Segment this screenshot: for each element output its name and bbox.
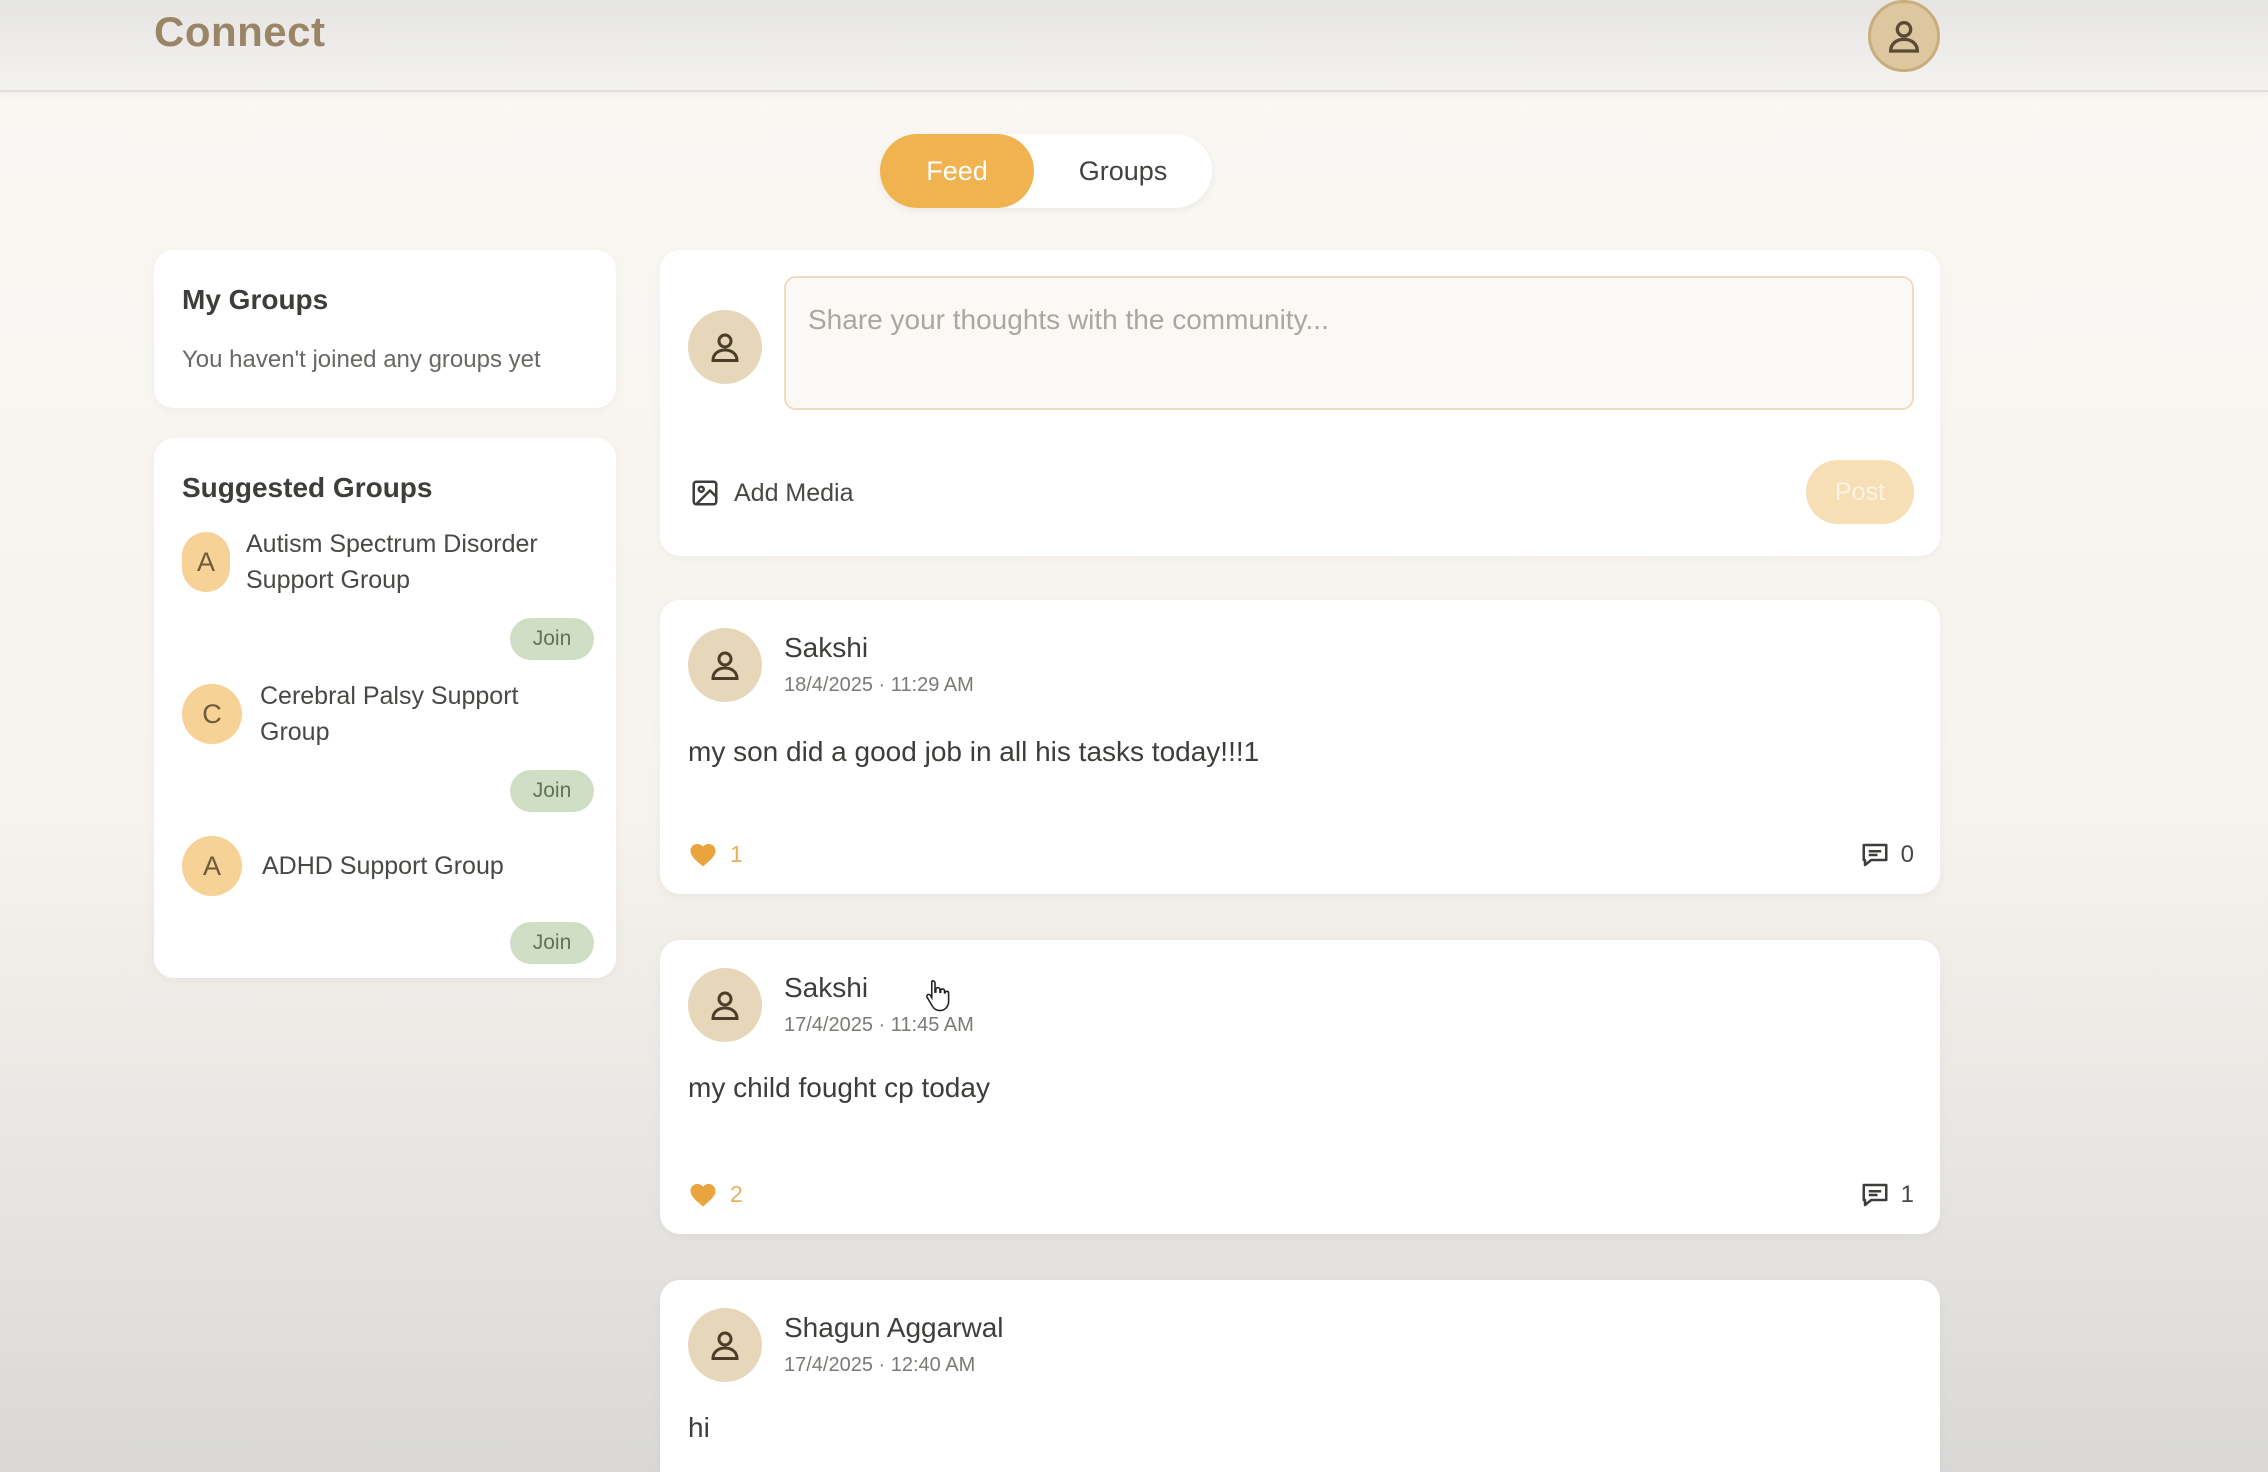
my-groups-title: My Groups xyxy=(182,284,329,315)
top-bar: Connect xyxy=(0,0,2268,92)
suggested-group-item: C Cerebral Palsy Support Group Join xyxy=(182,682,594,834)
tab-feed[interactable]: Feed xyxy=(880,134,1034,208)
like-button[interactable]: 2 xyxy=(688,1180,743,1208)
post-body: my son did a good job in all his tasks t… xyxy=(688,736,1260,767)
suggested-groups-title: Suggested Groups xyxy=(182,472,433,503)
add-media-button[interactable]: Add Media xyxy=(690,478,854,508)
comment-icon xyxy=(1862,1183,1888,1207)
post-timestamp: 18/4/2025 · 11:29 AM xyxy=(784,674,974,696)
post-author[interactable]: Shagun Aggarwal xyxy=(784,1312,1004,1344)
group-initial: C xyxy=(182,684,242,744)
comment-count: 0 xyxy=(1900,841,1914,868)
suggested-group-item: A ADHD Support Group Join xyxy=(182,836,594,964)
suggested-groups-card: Suggested Groups A Autism Spectrum Disor… xyxy=(154,438,616,978)
post-timestamp: 17/4/2025 · 12:40 AM xyxy=(784,1354,976,1376)
user-icon xyxy=(711,1331,739,1360)
profile-button[interactable] xyxy=(1868,0,1940,72)
heart-icon xyxy=(690,1184,716,1207)
post-button[interactable]: Post xyxy=(1806,460,1914,524)
join-button[interactable]: Join xyxy=(510,770,594,812)
post-body: my child fought cp today xyxy=(688,1072,990,1103)
image-icon xyxy=(692,480,718,506)
user-icon xyxy=(711,991,739,1020)
post-body: hi xyxy=(688,1412,710,1443)
my-groups-empty-text: You haven't joined any groups yet xyxy=(182,346,541,373)
avatar xyxy=(688,310,762,384)
like-count: 1 xyxy=(730,840,743,867)
hand-cursor-icon xyxy=(926,980,950,1012)
post-author[interactable]: Sakshi xyxy=(784,632,868,664)
post-composer: Add Media Post xyxy=(660,250,1940,556)
feed-post: Sakshi 18/4/2025 · 11:29 AM my son did a… xyxy=(660,600,1940,894)
add-media-label: Add Media xyxy=(734,478,854,507)
tab-groups[interactable]: Groups xyxy=(1034,134,1212,208)
group-name[interactable]: Cerebral Palsy Support Group xyxy=(260,678,518,750)
feed-post: Sakshi 17/4/2025 · 11:45 AM my child fou… xyxy=(660,940,1940,1234)
avatar xyxy=(688,968,762,1042)
like-count: 2 xyxy=(730,1180,743,1207)
join-button[interactable]: Join xyxy=(510,618,594,660)
comment-button[interactable]: 0 xyxy=(1859,840,1914,870)
comment-count: 1 xyxy=(1900,1181,1914,1208)
comment-icon xyxy=(1862,843,1888,867)
comment-button[interactable]: 1 xyxy=(1859,1180,1914,1210)
group-initial: A xyxy=(182,836,242,896)
user-icon xyxy=(1888,21,1920,53)
user-icon xyxy=(711,651,739,680)
join-button[interactable]: Join xyxy=(510,922,594,964)
post-timestamp: 17/4/2025 · 11:45 AM xyxy=(784,1014,974,1036)
feed-post: Shagun Aggarwal 17/4/2025 · 12:40 AM hi xyxy=(660,1280,1940,1472)
group-name[interactable]: ADHD Support Group xyxy=(262,848,504,884)
avatar xyxy=(688,628,762,702)
group-name[interactable]: Autism Spectrum Disorder Support Group xyxy=(246,526,538,598)
suggested-group-item: A Autism Spectrum Disorder Support Group… xyxy=(182,530,594,682)
my-groups-card: My Groups You haven't joined any groups … xyxy=(154,250,616,408)
avatar xyxy=(688,1308,762,1382)
view-tabs: Feed Groups xyxy=(880,134,1212,208)
like-button[interactable]: 1 xyxy=(688,840,743,868)
heart-icon xyxy=(690,844,716,867)
app-title[interactable]: Connect xyxy=(154,8,326,56)
group-initial: A xyxy=(182,532,230,592)
post-author[interactable]: Sakshi xyxy=(784,972,868,1004)
post-input[interactable] xyxy=(784,276,1914,410)
user-icon xyxy=(711,333,739,362)
